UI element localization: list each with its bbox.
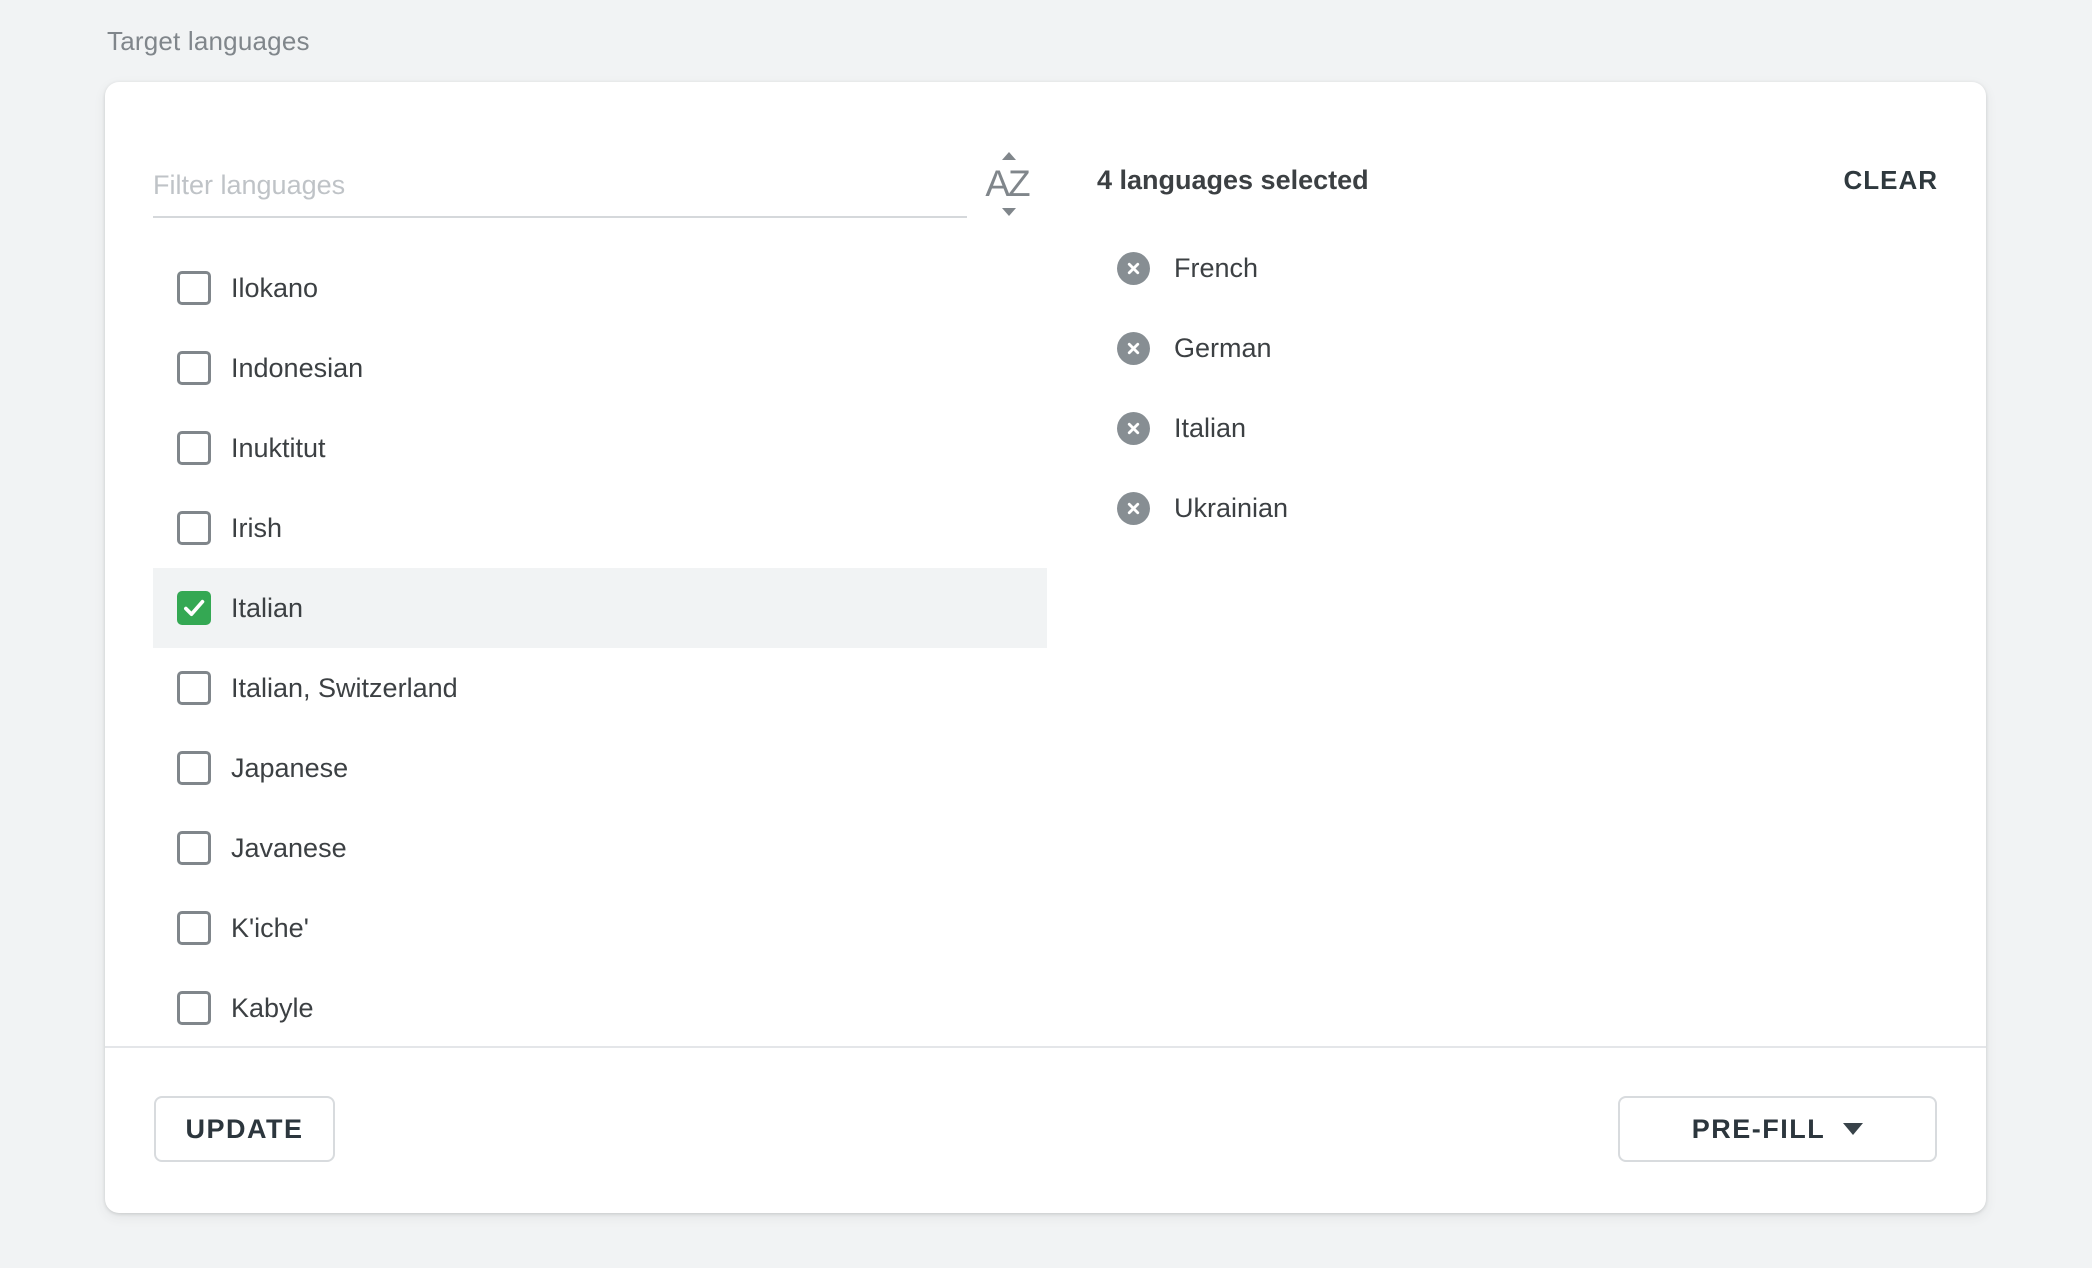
remove-language-icon[interactable]: [1117, 252, 1150, 285]
page-title: Target languages: [107, 26, 310, 57]
prefill-button-label: PRE-FILL: [1692, 1114, 1826, 1145]
sort-az-letters: AZ: [977, 162, 1037, 206]
selected-count-label: 4 languages selected: [1097, 165, 1369, 196]
language-label: Italian: [231, 593, 303, 624]
checkbox-unchecked-icon[interactable]: [177, 351, 211, 385]
remove-language-icon[interactable]: [1117, 492, 1150, 525]
checkbox-unchecked-icon[interactable]: [177, 271, 211, 305]
language-label: Italian, Switzerland: [231, 673, 458, 704]
language-row-italian[interactable]: Italian: [153, 568, 1047, 648]
sort-alphabetical-icon[interactable]: AZ: [977, 152, 1037, 218]
language-label: Indonesian: [231, 353, 363, 384]
checkbox-checked-icon[interactable]: [177, 591, 211, 625]
selected-item-italian: Italian: [1117, 388, 1288, 468]
language-label: Javanese: [231, 833, 347, 864]
language-label: Irish: [231, 513, 282, 544]
clear-button[interactable]: CLEAR: [1843, 165, 1938, 196]
selected-item-french: French: [1117, 228, 1288, 308]
language-label: K'iche': [231, 913, 309, 944]
chevron-down-icon: [1843, 1123, 1863, 1135]
language-label: Japanese: [231, 753, 348, 784]
language-row-javanese[interactable]: Javanese: [153, 808, 1047, 888]
checkbox-unchecked-icon[interactable]: [177, 911, 211, 945]
selected-language-label: Italian: [1174, 413, 1246, 444]
selected-item-german: German: [1117, 308, 1288, 388]
language-row-irish[interactable]: Irish: [153, 488, 1047, 568]
language-list: Ilokano Indonesian Inuktitut Irish Itali…: [153, 248, 1047, 1048]
footer-divider: [105, 1046, 1986, 1048]
language-label: Inuktitut: [231, 433, 326, 464]
update-button[interactable]: UPDATE: [154, 1096, 335, 1162]
language-row-japanese[interactable]: Japanese: [153, 728, 1047, 808]
checkbox-unchecked-icon[interactable]: [177, 431, 211, 465]
checkbox-unchecked-icon[interactable]: [177, 511, 211, 545]
remove-language-icon[interactable]: [1117, 412, 1150, 445]
selected-language-label: French: [1174, 253, 1258, 284]
sort-arrow-down-icon: [1002, 208, 1016, 216]
checkbox-unchecked-icon[interactable]: [177, 751, 211, 785]
language-label: Kabyle: [231, 993, 314, 1024]
selected-language-label: German: [1174, 333, 1272, 364]
language-row-kiche[interactable]: K'iche': [153, 888, 1047, 968]
filter-languages-input[interactable]: [153, 154, 967, 218]
selected-panel-header: 4 languages selected CLEAR: [1097, 148, 1938, 212]
language-row-indonesian[interactable]: Indonesian: [153, 328, 1047, 408]
selected-item-ukrainian: Ukrainian: [1117, 468, 1288, 548]
checkbox-unchecked-icon[interactable]: [177, 831, 211, 865]
checkbox-unchecked-icon[interactable]: [177, 991, 211, 1025]
language-row-italian-switzerland[interactable]: Italian, Switzerland: [153, 648, 1047, 728]
language-row-inuktitut[interactable]: Inuktitut: [153, 408, 1047, 488]
language-row-ilokano[interactable]: Ilokano: [153, 248, 1047, 328]
sort-arrow-up-icon: [1002, 152, 1016, 160]
selected-language-list: French German Italian U: [1117, 228, 1288, 548]
selected-language-label: Ukrainian: [1174, 493, 1288, 524]
prefill-button[interactable]: PRE-FILL: [1618, 1096, 1937, 1162]
checkbox-unchecked-icon[interactable]: [177, 671, 211, 705]
language-row-kabyle[interactable]: Kabyle: [153, 968, 1047, 1048]
language-picker-card: AZ Ilokano Indonesian Inuktitut Irish It…: [105, 82, 1986, 1213]
update-button-label: UPDATE: [185, 1114, 303, 1145]
remove-language-icon[interactable]: [1117, 332, 1150, 365]
language-label: Ilokano: [231, 273, 318, 304]
